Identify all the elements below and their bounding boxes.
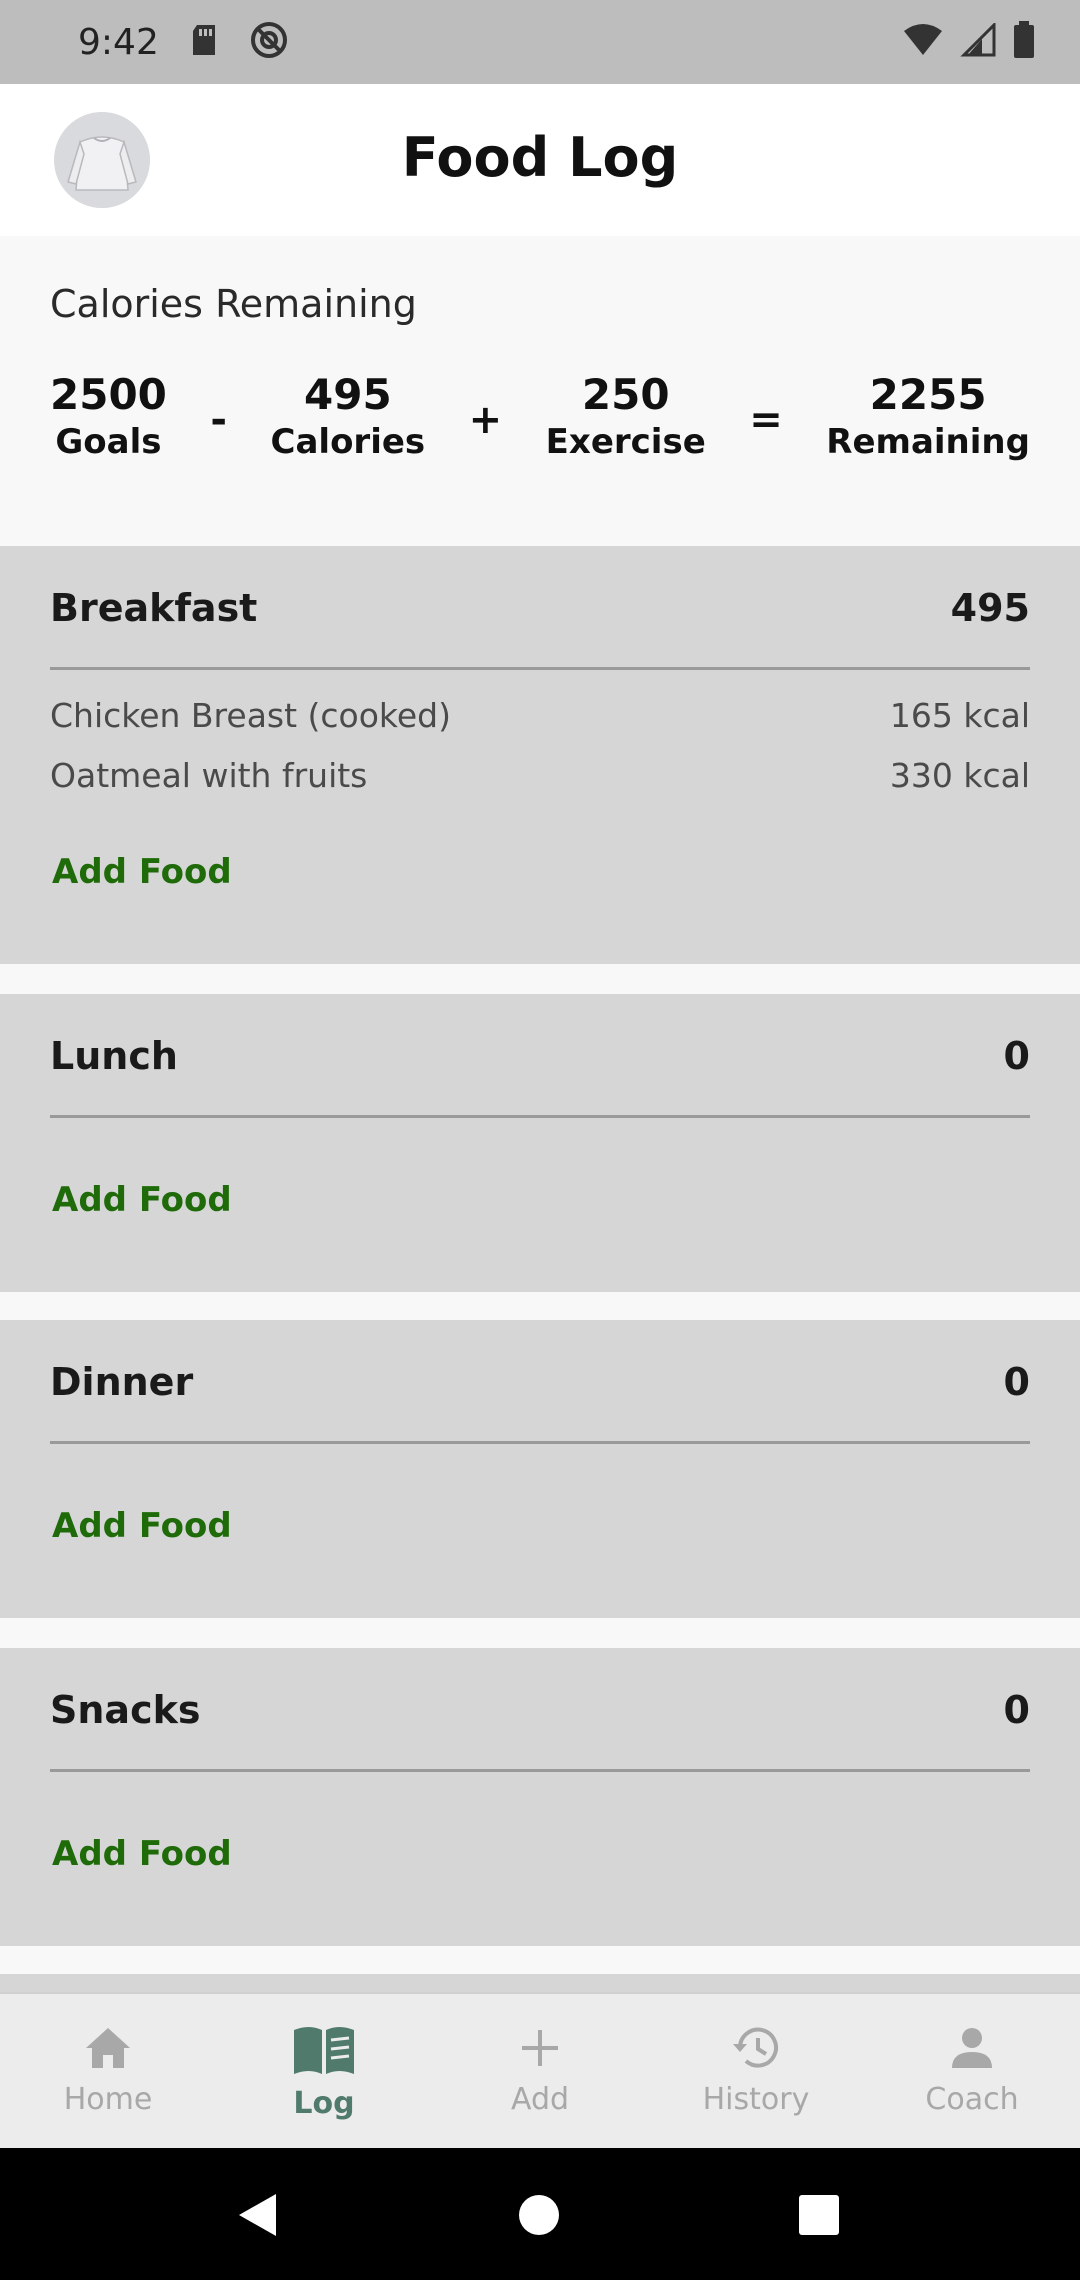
nav-label: History xyxy=(702,2082,810,2117)
meal-total: 0 xyxy=(1003,1688,1030,1732)
meal-total: 495 xyxy=(950,586,1030,630)
person-icon xyxy=(948,2024,996,2076)
meal-name: Snacks xyxy=(50,1688,201,1732)
meal-card-dinner: Dinner 0 Add Food xyxy=(0,1320,1080,1618)
calories-summary: Calories Remaining 2500 Goals - 495 Calo… xyxy=(0,236,1080,546)
back-icon[interactable] xyxy=(236,2192,280,2242)
wifi-icon xyxy=(902,23,944,61)
calories-value: 495 xyxy=(304,370,392,419)
food-item-name: Oatmeal with fruits xyxy=(50,756,368,795)
nav-label: Coach xyxy=(925,2082,1019,2117)
summary-title: Calories Remaining xyxy=(50,282,417,326)
signal-icon xyxy=(960,21,996,61)
remaining-stat: 2255 Remaining xyxy=(826,370,1030,465)
meal-header: Snacks 0 xyxy=(50,1688,1030,1772)
add-food-button-lunch[interactable]: Add Food xyxy=(52,1180,232,1220)
calories-stat: 495 Calories xyxy=(271,370,426,465)
add-food-button-breakfast[interactable]: Add Food xyxy=(52,852,232,892)
food-item[interactable]: Chicken Breast (cooked) 165 kcal xyxy=(50,696,1030,735)
meal-header: Lunch 0 xyxy=(50,1034,1030,1118)
sd-card-icon xyxy=(189,23,219,61)
goals-value: 2500 xyxy=(50,370,167,419)
goals-label: Goals xyxy=(55,422,162,463)
battery-icon xyxy=(1012,21,1036,63)
exercise-value: 250 xyxy=(581,370,670,419)
meal-card-breakfast: Breakfast 495 Chicken Breast (cooked) 16… xyxy=(0,546,1080,964)
remaining-value: 2255 xyxy=(869,370,987,419)
home-circle-icon[interactable] xyxy=(518,2194,560,2240)
meal-name: Breakfast xyxy=(50,586,258,630)
meal-card-lunch: Lunch 0 Add Food xyxy=(0,994,1080,1292)
food-item-kcal: 330 kcal xyxy=(889,756,1030,795)
minus-operator: - xyxy=(210,397,228,444)
add-food-button-dinner[interactable]: Add Food xyxy=(52,1506,232,1546)
status-bar: 9:42 xyxy=(0,0,1080,84)
meal-total: 0 xyxy=(1003,1034,1030,1078)
food-item[interactable]: Oatmeal with fruits 330 kcal xyxy=(50,756,1030,795)
nav-history[interactable]: History xyxy=(648,1994,864,2148)
nav-add[interactable]: Add xyxy=(432,1994,648,2148)
meal-total: 0 xyxy=(1003,1360,1030,1404)
bottom-nav: Home Log Add History Coach xyxy=(0,1992,1080,2148)
food-item-name: Chicken Breast (cooked) xyxy=(50,696,451,735)
goals-stat: 2500 Goals xyxy=(50,370,167,465)
status-time: 9:42 xyxy=(78,21,159,63)
book-icon xyxy=(291,2024,357,2080)
meal-header: Dinner 0 xyxy=(50,1360,1030,1444)
nav-home[interactable]: Home xyxy=(0,1994,216,2148)
add-food-button-snacks[interactable]: Add Food xyxy=(52,1834,232,1874)
plus-icon xyxy=(516,2024,564,2076)
recents-icon[interactable] xyxy=(798,2194,840,2240)
nav-label: Log xyxy=(293,2086,355,2121)
summary-equation: 2500 Goals - 495 Calories + 250 Exercise… xyxy=(50,370,1030,465)
food-item-kcal: 165 kcal xyxy=(889,696,1030,735)
history-icon xyxy=(730,2024,782,2076)
nav-log[interactable]: Log xyxy=(216,1994,432,2148)
no-disturb-icon xyxy=(249,20,289,64)
remaining-label: Remaining xyxy=(826,422,1030,463)
equals-operator: = xyxy=(749,397,783,444)
nav-coach[interactable]: Coach xyxy=(864,1994,1080,2148)
exercise-stat: 250 Exercise xyxy=(546,370,706,465)
nav-label: Home xyxy=(63,2082,153,2117)
meal-name: Lunch xyxy=(50,1034,178,1078)
plus-operator: + xyxy=(468,397,503,444)
calories-label: Calories xyxy=(270,422,426,463)
meal-name: Dinner xyxy=(50,1360,194,1404)
home-icon xyxy=(82,2024,134,2076)
meal-card-snacks: Snacks 0 Add Food xyxy=(0,1648,1080,1946)
exercise-label: Exercise xyxy=(545,422,706,463)
nav-label: Add xyxy=(510,2082,570,2117)
next-card-peek xyxy=(0,1974,1080,1994)
system-nav-bar xyxy=(0,2148,1080,2280)
app-header: Food Log xyxy=(0,84,1080,236)
meal-header: Breakfast 495 xyxy=(50,586,1030,670)
page-title: Food Log xyxy=(401,126,679,189)
